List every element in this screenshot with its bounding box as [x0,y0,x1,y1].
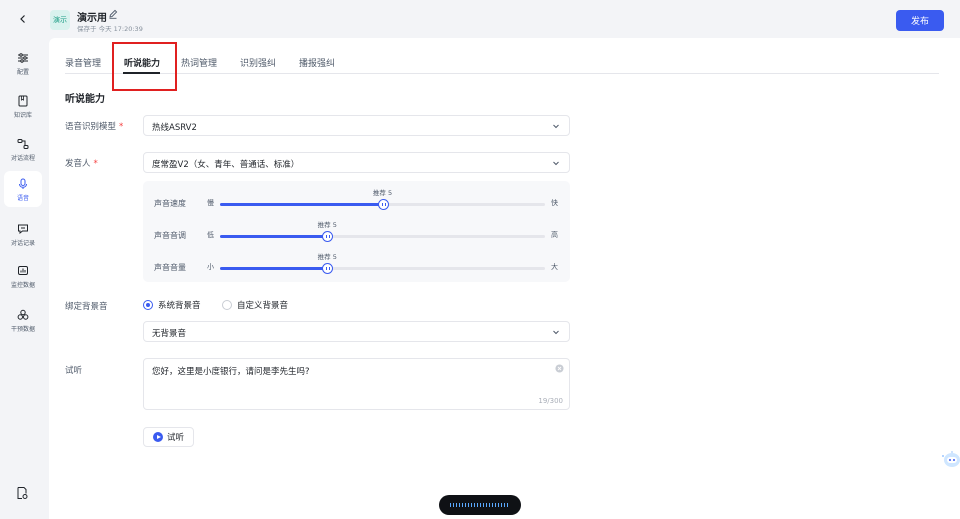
slider-max-label: 高 [551,231,558,239]
sidebar-item-label: 监控数据 [10,281,35,289]
highlight-box [112,42,177,91]
speaker-value: 度常盈V2（女、青年、普通话、标准） [152,160,300,170]
sidebar-item-label: 语音 [16,194,29,202]
sidebar-item-knowledge[interactable]: 知识库 [4,88,42,124]
listen-button[interactable]: 试听 [143,427,194,447]
slider-fill [220,235,328,238]
app-badge: 演示 [50,10,70,30]
chevron-down-icon [553,161,559,166]
volume-slider-row: 声音音量 小 推荐 5 大 [143,253,570,277]
sliders-icon [16,51,30,65]
bg-sound-label: 绑定背景音 [65,302,108,312]
section-title: 听说能力 [65,94,105,105]
book-icon [16,94,30,108]
clear-icon[interactable] [555,364,564,373]
radio-system-bg[interactable]: 系统背景音 [143,299,201,311]
speed-slider-row: 声音速度 慢 推荐 5 快 [143,189,570,213]
document-gear-icon [17,487,28,499]
chat-record-icon [16,222,30,236]
sidebar-item-intervene[interactable]: 干预数据 [4,302,42,338]
slider-min-label: 低 [207,231,214,239]
slider-thumb[interactable] [322,231,334,242]
volume-slider[interactable]: 推荐 5 [220,253,545,274]
chevron-left-icon [20,15,25,23]
char-count: 19/300 [538,397,563,405]
radio-label: 自定义背景音 [237,301,289,311]
sidebar-item-chat-record[interactable]: 对话记录 [4,216,42,252]
slider-thumb[interactable] [322,263,334,274]
voice-slider-panel: 声音速度 慢 推荐 5 快 声音音调 低 推荐 5 高 声音音量 小 推荐 5 [143,181,570,282]
speed-slider[interactable]: 推荐 5 [220,189,545,210]
slider-name: 声音音调 [154,231,186,240]
speaker-label: 发音人 * [65,159,98,169]
asr-model-value: 热线ASRV2 [152,123,197,133]
intervene-icon [16,308,30,322]
tab-hotwords[interactable]: 热词管理 [181,56,217,69]
slider-fill [220,267,328,270]
sidebar-item-label: 配置 [16,68,29,76]
slider-min-label: 小 [207,263,214,271]
radio-custom-bg[interactable]: 自定义背景音 [222,299,288,311]
voice-assistant-bar[interactable] [439,495,521,515]
pitch-slider-row: 声音音调 低 推荐 5 高 [143,221,570,245]
bg-sound-select[interactable]: 无背景音 [143,321,570,342]
sidebar-item-label: 对话记录 [10,239,35,247]
waveform-icon [450,503,510,507]
slider-thumb[interactable] [377,199,389,210]
robot-icon [942,451,960,467]
sidebar-item-voice[interactable]: 语音 [4,171,42,207]
recommend-label: 推荐 5 [317,221,337,229]
slider-min-label: 慢 [207,199,214,207]
sidebar-item-config[interactable]: 配置 [4,45,42,81]
assistant-robot-button[interactable] [940,447,960,473]
asr-model-select[interactable]: 热线ASRV2 [143,115,570,136]
monitor-icon [16,264,30,278]
slider-max-label: 快 [551,199,558,207]
sidebar-item-monitor[interactable]: 监控数据 [4,258,42,294]
tab-recognition-correct[interactable]: 识别强纠 [240,56,276,69]
sidebar-item-flow[interactable]: 对话流程 [4,131,42,167]
microphone-icon [16,177,30,191]
tab-broadcast-correct[interactable]: 播报强纠 [299,56,335,69]
preview-text: 您好，这里是小度银行，请问是李先生吗? [152,367,310,377]
radio-label: 系统背景音 [158,301,201,311]
asr-model-label: 语音识别模型 * [65,122,124,132]
sidebar: 配置 知识库 对话流程 语音 对话记录 监控数据 干预数据 [0,0,46,519]
flow-icon [16,137,30,151]
sidebar-item-label: 知识库 [13,111,32,119]
back-button[interactable] [14,10,32,28]
play-icon [152,432,163,442]
bg-sound-value: 无背景音 [152,329,187,339]
radio-dot [222,300,232,310]
preview-label: 试听 [65,366,83,376]
slider-name: 声音音量 [154,263,186,272]
slider-max-label: 大 [551,263,558,271]
pitch-slider[interactable]: 推荐 5 [220,221,545,242]
listen-button-label: 试听 [166,433,184,443]
tab-bar: 录音管理 听说能力 热词管理 识别强纠 播报强纠 [65,48,939,74]
recommend-label: 推荐 5 [372,189,393,197]
preview-text-input[interactable]: 您好，这里是小度银行，请问是李先生吗? 19/300 [143,358,570,410]
top-bar: 演示 演示用 保存于 今天 17:20:39 发布 [46,0,960,36]
sidebar-item-label: 干预数据 [10,325,35,333]
document-settings-button[interactable] [15,486,31,502]
slider-fill [220,203,383,206]
pencil-icon [109,9,118,19]
radio-dot [143,300,153,310]
publish-button[interactable]: 发布 [896,10,944,31]
slider-name: 声音速度 [154,199,186,208]
save-info: 保存于 今天 17:20:39 [77,25,143,33]
tab-recording[interactable]: 录音管理 [65,56,101,69]
recommend-label: 推荐 5 [317,253,337,261]
sidebar-item-label: 对话流程 [10,154,35,162]
edit-title-button[interactable] [108,9,118,19]
chevron-down-icon [553,330,559,335]
main-panel: 录音管理 听说能力 热词管理 识别强纠 播报强纠 听说能力 语音识别模型 * 热线… [49,38,960,519]
chevron-down-icon [553,124,559,129]
speaker-select[interactable]: 度常盈V2（女、青年、普通话、标准） [143,152,570,173]
app-title: 演示用 [77,13,107,24]
